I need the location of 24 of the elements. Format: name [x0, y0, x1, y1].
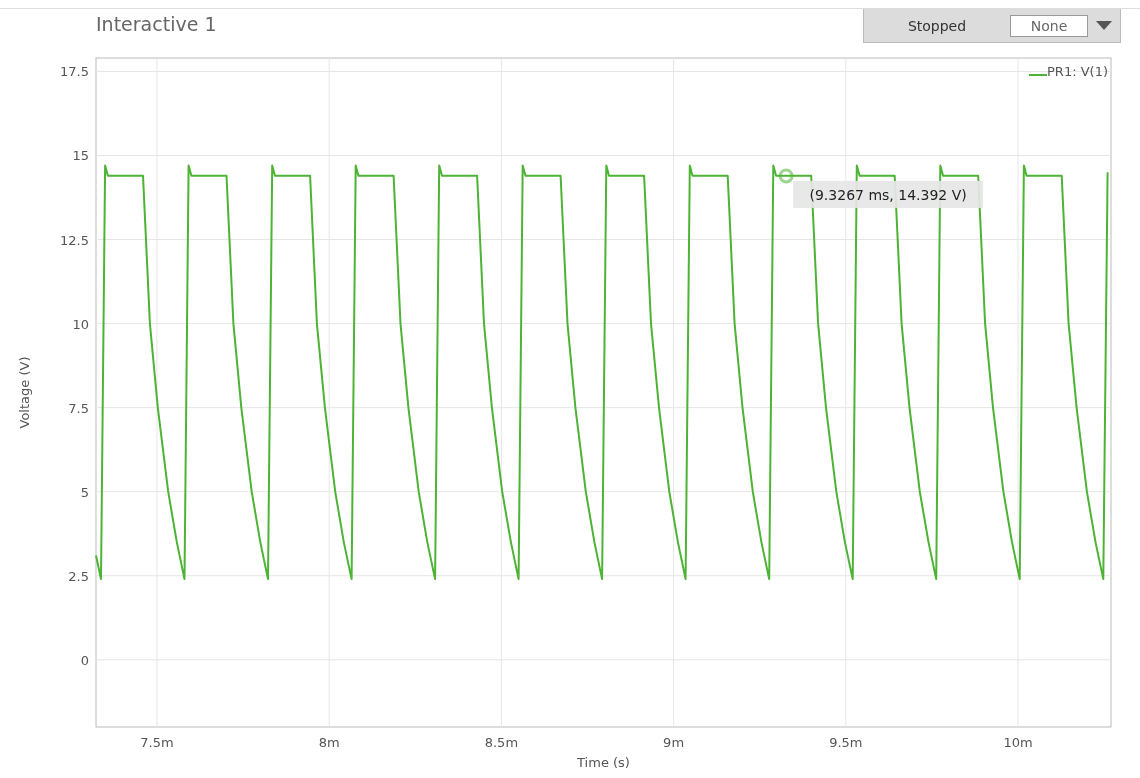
axis-tick-label: 7.5 [68, 400, 89, 416]
axis-tick-label: 9.5m [829, 735, 863, 750]
x-axis-label: Time (s) [577, 755, 630, 770]
axis-tick-label: 17.5 [60, 64, 89, 80]
legend-label: PR1: V(1) [1047, 64, 1108, 79]
axis-tick-label: 10 [72, 316, 89, 332]
axis-tick-label: 0 [80, 652, 89, 668]
axis-tick-label: 2.5 [68, 568, 89, 584]
y-axis-label: Voltage (V) [17, 356, 32, 429]
point-marker [778, 168, 794, 184]
axis-tick-label: 12.5 [60, 232, 89, 248]
axis-tick-label: 8m [318, 735, 340, 750]
axis-tick-label: 10m [1003, 735, 1033, 750]
status-text: Stopped [906, 17, 968, 34]
axis-tick-label: 9m [663, 735, 685, 750]
annotation: (9.3267 ms, 14.392 V) [809, 186, 967, 203]
dropdown[interactable]: None [1010, 14, 1088, 37]
axis-tick-label: 8.5m [484, 735, 519, 750]
tooltip: (9.3267 ms, 14.392 V) [793, 180, 984, 208]
axis-tick-label: 15 [72, 148, 89, 164]
axis-tick-label: 5 [80, 484, 89, 500]
axis-tick-label: 7.5m [140, 735, 174, 750]
caret-icon[interactable] [1096, 21, 1112, 30]
chart-title: Interactive 1 [96, 13, 217, 35]
